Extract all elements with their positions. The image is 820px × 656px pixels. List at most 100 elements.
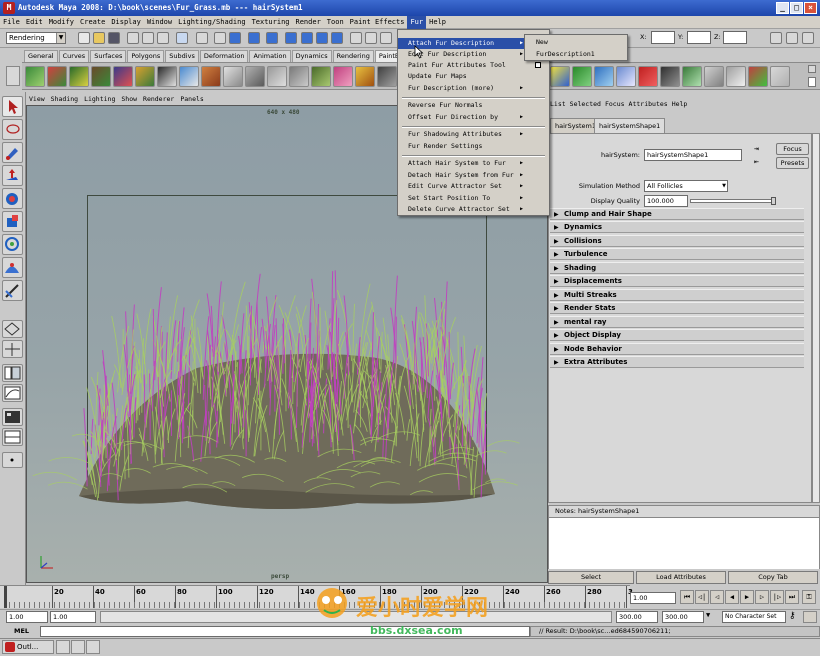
slider-handle[interactable]	[771, 197, 776, 205]
select-dynamics-icon[interactable]	[266, 32, 278, 44]
section-dynamics[interactable]: ▶ Dynamics	[550, 221, 804, 233]
end-time-field[interactable]: 300.00	[662, 611, 704, 623]
layout-hypershade-icon[interactable]	[2, 408, 23, 426]
menu-item-fur-render-settings[interactable]: Fur Render Settings	[398, 141, 549, 152]
section-shading[interactable]: ▶ Shading	[550, 262, 804, 274]
character-set-dropdown-icon[interactable]: ▼	[706, 611, 720, 623]
panel-menu-panels[interactable]: Panels	[177, 94, 206, 105]
go-to-start-icon[interactable]: ⏮	[680, 590, 694, 604]
menu-modify[interactable]: Modify	[46, 16, 77, 29]
command-language-label[interactable]: MEL	[14, 627, 29, 635]
current-time-marker[interactable]	[4, 586, 7, 608]
brush-clouds-icon[interactable]	[223, 66, 243, 87]
focus-button[interactable]: Focus	[776, 143, 809, 155]
current-frame-field[interactable]: 1.00	[630, 592, 676, 604]
render-settings-icon[interactable]	[380, 32, 392, 44]
shelf-tab-polygons[interactable]: Polygons	[127, 50, 165, 62]
select-tool-icon[interactable]	[2, 96, 23, 117]
step-forward-frame-icon[interactable]: ▷	[755, 590, 769, 604]
shelf-scroll-up-icon[interactable]	[808, 65, 816, 73]
playback-end-field[interactable]: 300.00	[616, 611, 658, 623]
panel-menu-show[interactable]: Show	[118, 94, 140, 105]
shelf-tab-general[interactable]: General	[24, 50, 58, 62]
brush-mix-icon[interactable]	[748, 66, 768, 87]
display-quality-slider[interactable]	[690, 197, 776, 205]
layout-four-icon[interactable]	[2, 340, 23, 358]
ae-menu-attributes[interactable]: Attributes	[627, 99, 670, 110]
shelf-tab-rendering[interactable]: Rendering	[332, 50, 374, 62]
brush-vines-icon[interactable]	[135, 66, 155, 87]
manipulator-tool-icon[interactable]	[2, 234, 23, 255]
select-button[interactable]: Select	[548, 571, 634, 584]
load-attributes-button[interactable]: Load Attributes	[636, 571, 726, 584]
paint-select-tool-icon[interactable]	[2, 142, 23, 163]
menu-item-reverse-fur-normals[interactable]: Reverse Fur Normals	[398, 100, 549, 111]
brush-snowflake-icon[interactable]	[616, 66, 636, 87]
brush-pink-icon[interactable]	[333, 66, 353, 87]
brush-gold-icon[interactable]	[355, 66, 375, 87]
brush-trees-icon[interactable]	[91, 66, 111, 87]
brush-hair-icon[interactable]	[157, 66, 177, 87]
menu-set-dropdown[interactable]: Rendering ▼	[6, 32, 66, 44]
menu-fur[interactable]: Fur	[407, 16, 427, 29]
menu-file[interactable]: File	[0, 16, 23, 29]
taskbar-maximize-icon[interactable]	[71, 640, 85, 654]
ae-scrollbar[interactable]	[812, 133, 820, 503]
character-set-field[interactable]: No Character Set	[722, 611, 786, 623]
tab-hairsystemshape1[interactable]: hairSystemShape1	[594, 118, 666, 133]
taskbar-restore-icon[interactable]	[56, 640, 70, 654]
ae-menu-focus[interactable]: Focus	[603, 99, 627, 110]
brush-grass-icon[interactable]	[25, 66, 45, 87]
soft-mod-tool-icon[interactable]	[2, 257, 23, 278]
go-to-output-icon[interactable]: ⇤	[754, 157, 766, 167]
y-field[interactable]	[687, 31, 711, 44]
section-displacements[interactable]: ▶ Displacements	[550, 275, 804, 287]
menu-item-edit-curve-attractor-set[interactable]: Edit Curve Attractor Set ▶	[398, 181, 549, 192]
brush-feathers-icon[interactable]	[113, 66, 133, 87]
menu-item-paint-fur-attributes-tool[interactable]: Paint Fur Attributes Tool	[398, 60, 549, 71]
brush-dark-icon[interactable]	[377, 66, 397, 87]
scale-tool-icon[interactable]	[2, 211, 23, 232]
menu-item-attach-hair-system-to-fur[interactable]: Attach Hair System to Fur ▶	[398, 158, 549, 169]
shelf-tab-subdivs[interactable]: Subdivs	[165, 50, 199, 62]
step-back-key-icon[interactable]: ◁|	[695, 590, 709, 604]
brush-weeds-icon[interactable]	[311, 66, 331, 87]
brush-plants-icon[interactable]	[69, 66, 89, 87]
menu-create[interactable]: Create	[77, 16, 108, 29]
brush-smoke-icon[interactable]	[245, 66, 265, 87]
section-extra-attributes[interactable]: ▶ Extra Attributes	[550, 356, 804, 368]
menu-window[interactable]: Window	[144, 16, 175, 29]
select-component-icon[interactable]	[157, 32, 169, 44]
select-surfaces-icon[interactable]	[229, 32, 241, 44]
menu-toon[interactable]: Toon	[324, 16, 347, 29]
menu-paint-effects[interactable]: Paint Effects	[347, 16, 408, 29]
brush-sparkle-icon[interactable]	[660, 66, 680, 87]
notes-textarea[interactable]	[549, 517, 819, 569]
show-channelbox-icon[interactable]	[802, 32, 814, 44]
select-deformations-icon[interactable]	[248, 32, 260, 44]
brush-shrub-icon[interactable]	[682, 66, 702, 87]
playback-start-field[interactable]: 1.00	[50, 611, 96, 623]
taskbar-outliner[interactable]: Outl...	[2, 640, 54, 654]
select-curves-icon[interactable]	[214, 32, 226, 44]
x-field[interactable]	[651, 31, 675, 44]
layout-split-icon[interactable]	[2, 428, 23, 446]
brush-ice-icon[interactable]	[594, 66, 614, 87]
option-box-icon[interactable]	[535, 62, 541, 68]
select-hierarchy-icon[interactable]	[127, 32, 139, 44]
show-toolsettings-icon[interactable]	[786, 32, 798, 44]
menu-texturing[interactable]: Texturing	[249, 16, 293, 29]
menu-display[interactable]: Display	[108, 16, 144, 29]
play-forwards-icon[interactable]: ▶	[740, 590, 754, 604]
menu-item-offset-fur-direction-by[interactable]: Offset Fur Direction by ▶	[398, 112, 549, 123]
snap-point-icon[interactable]	[316, 32, 328, 44]
section-mental-ray[interactable]: ▶ mental ray	[550, 316, 804, 328]
brush-rock-icon[interactable]	[289, 66, 309, 87]
ae-menu-help[interactable]: Help	[670, 99, 690, 110]
minimize-button[interactable]: _	[776, 2, 789, 14]
section-collisions[interactable]: ▶ Collisions	[550, 235, 804, 247]
menu-item-fur-description-more[interactable]: Fur Description (more) ▶	[398, 83, 549, 94]
brush-fire-icon[interactable]	[201, 66, 221, 87]
show-ae-icon[interactable]	[770, 32, 782, 44]
menu-item-detach-hair-system-from-fur[interactable]: Detach Hair System from Fur ▶	[398, 170, 549, 181]
